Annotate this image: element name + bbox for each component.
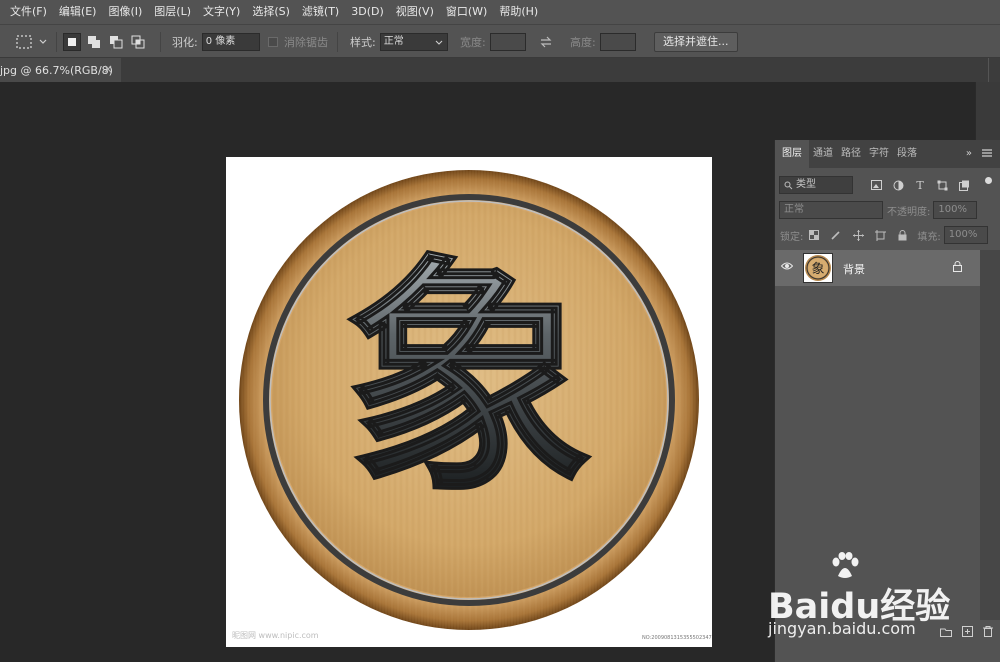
menu-help[interactable]: 帮助(H) bbox=[493, 0, 544, 24]
tab-layers[interactable]: 图层 bbox=[775, 140, 809, 168]
filter-kind-value: 类型 bbox=[796, 179, 816, 190]
antialias-label: 消除锯齿 bbox=[284, 36, 328, 49]
menu-image[interactable]: 图像(I) bbox=[102, 0, 148, 24]
menu-file[interactable]: 文件(F) bbox=[4, 0, 53, 24]
menu-window[interactable]: 窗口(W) bbox=[440, 0, 493, 24]
trash-icon[interactable] bbox=[983, 626, 993, 640]
document-canvas[interactable]: 象 昵图网 www.nipic.com NO:20090813153555023… bbox=[226, 157, 712, 647]
menu-layer[interactable]: 图层(L) bbox=[148, 0, 197, 24]
chevron-down-icon bbox=[39, 39, 47, 44]
layer-thumbnail: 象 bbox=[803, 253, 833, 283]
image-credit: 昵图网 www.nipic.com bbox=[232, 631, 319, 640]
watermark-url: jingyan.baidu.com bbox=[768, 619, 916, 638]
close-icon[interactable]: × bbox=[103, 62, 113, 76]
document-tab-bar: jpg @ 66.7%(RGB/8) × bbox=[0, 58, 1000, 82]
lock-icon[interactable] bbox=[953, 261, 962, 272]
lock-artboard-icon[interactable] bbox=[873, 228, 887, 242]
new-selection-button[interactable] bbox=[63, 33, 81, 51]
select-and-mask-button[interactable]: 选择并遮住... bbox=[654, 32, 738, 52]
blend-row: 正常 不透明度: 100% bbox=[775, 197, 1000, 223]
filter-toggle[interactable] bbox=[985, 176, 992, 184]
style-label: 样式: bbox=[350, 36, 376, 49]
document-tab-label: jpg @ 66.7%(RGB/8) bbox=[0, 63, 113, 77]
menu-bar: 文件(F) 编辑(E) 图像(I) 图层(L) 文字(Y) 选择(S) 滤镜(T… bbox=[0, 0, 1000, 24]
style-select-value: 正常 bbox=[383, 36, 404, 47]
marquee-tool-preset[interactable] bbox=[16, 25, 48, 59]
width-label: 宽度: bbox=[460, 36, 486, 49]
intersect-selection-icon bbox=[131, 35, 145, 49]
swap-arrows-icon bbox=[540, 36, 552, 48]
piece-character: 象 bbox=[344, 232, 594, 526]
opacity-input[interactable]: 100% bbox=[933, 201, 978, 219]
tab-paths[interactable]: 路径 bbox=[837, 140, 865, 168]
lock-label: 锁定: bbox=[780, 231, 804, 243]
filter-type-icon[interactable]: T bbox=[913, 178, 927, 192]
image-id-text: NO:20090813153555023474 bbox=[642, 635, 712, 641]
menu-select[interactable]: 选择(S) bbox=[246, 0, 296, 24]
antialias-checkbox[interactable] bbox=[268, 37, 278, 47]
lock-all-icon[interactable] bbox=[895, 228, 909, 242]
filter-smart-object-icon[interactable] bbox=[957, 178, 971, 192]
subtract-selection-button[interactable] bbox=[107, 33, 125, 51]
panel-menu-icon[interactable] bbox=[982, 148, 992, 158]
lock-position-icon[interactable] bbox=[851, 228, 865, 242]
menu-view[interactable]: 视图(V) bbox=[390, 0, 440, 24]
width-input[interactable] bbox=[489, 33, 526, 51]
tab-paragraph[interactable]: 段落 bbox=[893, 140, 921, 168]
add-selection-button[interactable] bbox=[85, 33, 103, 51]
tab-character[interactable]: 字符 bbox=[865, 140, 893, 168]
xiangqi-piece-image: 象 bbox=[239, 170, 699, 630]
feather-label: 羽化: bbox=[172, 36, 198, 49]
fill-label: 填充: bbox=[917, 231, 941, 243]
tab-channels[interactable]: 通道 bbox=[809, 140, 837, 168]
intersect-selection-button[interactable] bbox=[129, 33, 147, 51]
rect-marquee-icon bbox=[16, 35, 32, 49]
menu-type[interactable]: 文字(Y) bbox=[197, 0, 246, 24]
menu-edit[interactable]: 编辑(E) bbox=[53, 0, 103, 24]
style-select[interactable]: 正常 bbox=[379, 33, 448, 51]
height-input[interactable] bbox=[599, 33, 636, 51]
filter-pixel-icon[interactable] bbox=[869, 178, 883, 192]
chevron-down-icon bbox=[435, 40, 443, 45]
new-selection-icon bbox=[68, 38, 76, 46]
filter-adjustment-icon[interactable] bbox=[891, 178, 905, 192]
feather-input[interactable]: 0 像素 bbox=[201, 33, 260, 51]
lock-row: 锁定: 填充: 100% bbox=[775, 222, 1000, 248]
baidu-paw-logo bbox=[832, 552, 859, 578]
layers-scrollbar[interactable] bbox=[980, 250, 1000, 620]
options-bar: 羽化: 0 像素 消除锯齿 样式: 正常 宽度: 高度: 选择并遮住... bbox=[0, 24, 1000, 58]
add-selection-icon bbox=[88, 36, 100, 48]
fill-input[interactable]: 100% bbox=[943, 226, 988, 244]
panel-expand-icon[interactable]: » bbox=[966, 148, 972, 159]
search-icon bbox=[784, 181, 793, 190]
document-tab[interactable]: jpg @ 66.7%(RGB/8) × bbox=[0, 58, 121, 82]
filter-kind-select[interactable]: 类型 bbox=[779, 176, 853, 194]
menu-filter[interactable]: 滤镜(T) bbox=[296, 0, 345, 24]
opacity-label: 不透明度: bbox=[887, 206, 931, 218]
height-label: 高度: bbox=[570, 36, 596, 49]
swap-dimensions-button[interactable] bbox=[539, 25, 553, 59]
layer-name[interactable]: 背景 bbox=[843, 261, 865, 277]
baidu-jingyan-watermark: Baidu经验 jingyan.baidu.com bbox=[768, 552, 968, 652]
layer-row-background[interactable]: 象 背景 bbox=[775, 250, 980, 286]
subtract-selection-icon bbox=[110, 36, 123, 49]
menu-3d[interactable]: 3D(D) bbox=[345, 0, 390, 24]
blend-mode-select[interactable]: 正常 bbox=[779, 201, 883, 219]
dock-collapse-strip[interactable] bbox=[988, 58, 1000, 82]
lock-image-pixels-icon[interactable] bbox=[829, 228, 843, 242]
layer-filter-row: 类型 T bbox=[775, 172, 1000, 198]
svg-text:象: 象 bbox=[811, 262, 824, 277]
lock-transparent-pixels-icon[interactable] bbox=[807, 228, 821, 242]
filter-shape-icon[interactable] bbox=[935, 178, 949, 192]
eye-icon[interactable] bbox=[781, 261, 793, 271]
